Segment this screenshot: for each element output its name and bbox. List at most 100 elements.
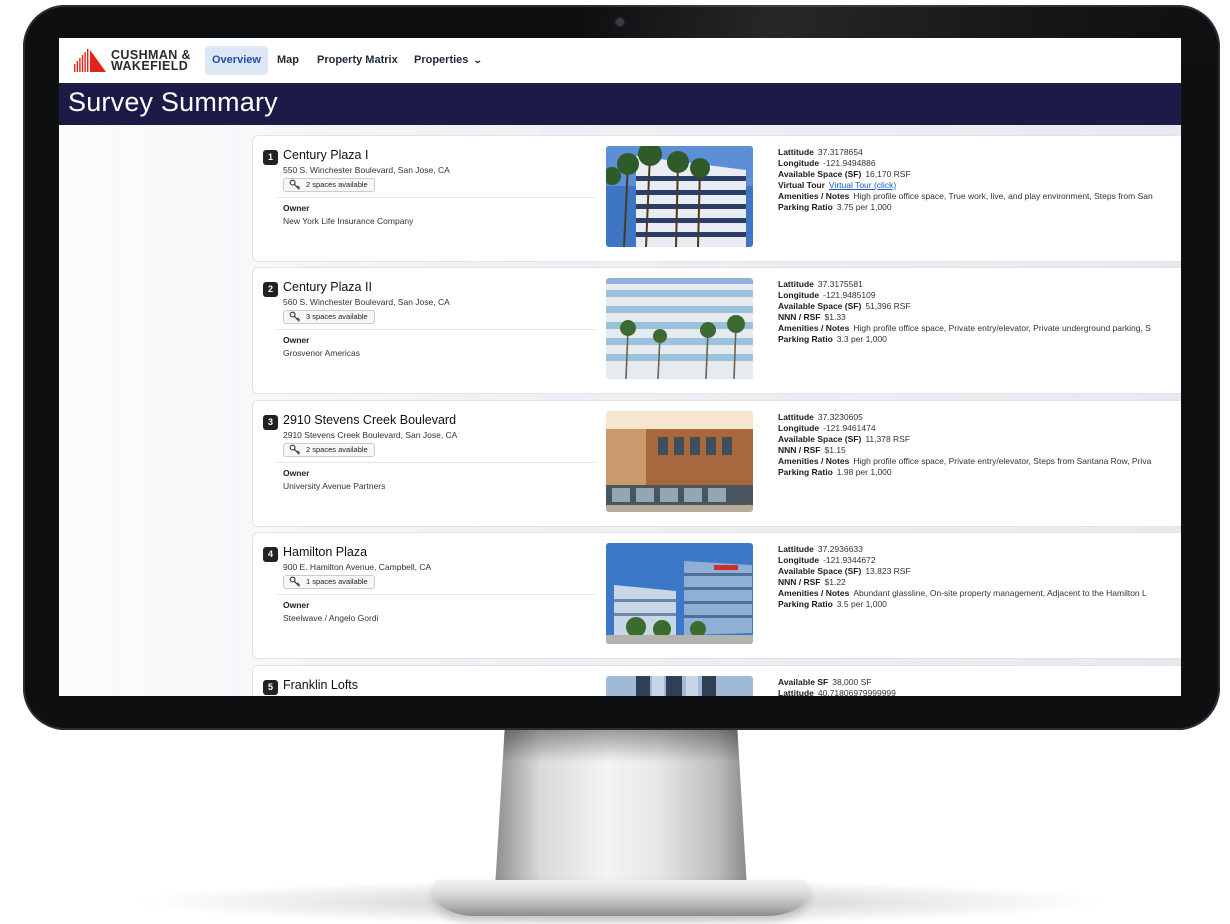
detail-value: 40.71806979999999 xyxy=(817,688,896,696)
detail-value: 3.5 per 1,000 xyxy=(836,599,887,609)
property-name[interactable]: Century Plaza II xyxy=(283,280,372,294)
property-photo[interactable] xyxy=(606,411,753,512)
logo-bar xyxy=(76,61,78,72)
property-photo[interactable] xyxy=(606,543,753,644)
property-name[interactable]: Century Plaza I xyxy=(283,148,368,162)
virtual-tour-link[interactable]: Virtual Tour (click) xyxy=(829,180,896,190)
owner-label: Owner xyxy=(283,600,310,610)
detail-label: Longitude xyxy=(778,555,820,565)
detail-row: NNN / RSF $1.33 xyxy=(778,312,1181,323)
logo-bar xyxy=(74,64,76,72)
property-card[interactable]: 2 Century Plaza II 560 S. Winchester Bou… xyxy=(252,267,1181,394)
detail-label: Lattitude xyxy=(778,412,814,422)
monitor-stand-base xyxy=(435,880,807,916)
detail-label: Available Space (SF) xyxy=(778,434,862,444)
property-name[interactable]: Franklin Lofts xyxy=(283,678,358,692)
detail-row: Longitude -121.9344672 xyxy=(778,555,1181,566)
property-card[interactable]: 4 Hamilton Plaza 900 E. Hamilton Avenue,… xyxy=(252,532,1181,659)
property-photo[interactable] xyxy=(606,278,753,379)
spaces-available-button[interactable]: 3 spaces available xyxy=(283,310,375,324)
property-card[interactable]: 5 Franklin Lofts Available SF 38,000 SF La… xyxy=(252,665,1181,696)
webcam-dot xyxy=(616,18,624,26)
detail-label: Parking Ratio xyxy=(778,467,833,477)
property-details: Lattitude 37.2936633 Longitude -121.9344672… xyxy=(778,544,1181,610)
detail-row: NNN / RSF $1.22 xyxy=(778,577,1181,588)
detail-label: Lattitude xyxy=(778,147,814,157)
card-divider xyxy=(277,594,595,595)
detail-value: 3.75 per 1,000 xyxy=(836,202,892,212)
detail-row: Longitude -121.9461474 xyxy=(778,423,1181,434)
cushman-wakefield-logo-icon xyxy=(74,49,106,72)
property-details: Lattitude 37.3178654 Longitude -121.9494886… xyxy=(778,147,1181,213)
brand-logo[interactable]: CUSHMAN & WAKEFIELD xyxy=(73,49,191,73)
detail-row: Lattitude 37.3230605 xyxy=(778,412,1181,423)
detail-value: 1.98 per 1,000 xyxy=(836,467,892,477)
key-icon xyxy=(289,576,300,587)
detail-label: Parking Ratio xyxy=(778,599,833,609)
property-address: 550 S. Winchester Boulevard, San Jose, C… xyxy=(283,165,450,175)
detail-label: Lattitude xyxy=(778,279,814,289)
property-photo[interactable] xyxy=(606,676,753,696)
detail-label: Longitude xyxy=(778,158,820,168)
tab-property-matrix[interactable]: Property Matrix xyxy=(310,46,405,75)
detail-row: Parking Ratio 3.75 per 1,000 xyxy=(778,202,1181,213)
detail-row: Amenities / Notes Abundant glassline, On-… xyxy=(778,588,1181,599)
detail-value: 38,000 SF xyxy=(832,677,872,687)
detail-label: NNN / RSF xyxy=(778,577,821,587)
detail-row: NNN / RSF $1.15 xyxy=(778,445,1181,456)
property-card[interactable]: 1 Century Plaza I 550 S. Winchester Boul… xyxy=(252,135,1181,262)
property-photo[interactable] xyxy=(606,146,753,247)
spaces-available-button[interactable]: 2 spaces available xyxy=(283,178,375,192)
key-icon xyxy=(289,444,300,455)
chevron-down-icon: ⌄ xyxy=(473,55,484,65)
detail-value: 37.3178654 xyxy=(817,147,863,157)
detail-row: Longitude -121.9494886 xyxy=(778,158,1181,169)
tab-properties-label: Properties xyxy=(414,54,469,66)
detail-label: Available Space (SF) xyxy=(778,566,862,576)
spaces-available-label: 2 spaces available xyxy=(306,445,368,454)
owner-value: University Avenue Partners xyxy=(283,481,386,491)
owner-value: Grosvenor Americas xyxy=(283,348,360,358)
detail-row: Amenities / Notes High profile office spa… xyxy=(778,456,1181,467)
property-details: Lattitude 37.3230605 Longitude -121.9461474… xyxy=(778,412,1181,478)
detail-label: Longitude xyxy=(778,290,820,300)
spaces-available-button[interactable]: 2 spaces available xyxy=(283,443,375,457)
detail-row: Lattitude 40.71806979999999 xyxy=(778,688,1181,696)
property-number-badge: 4 xyxy=(263,547,278,562)
card-divider xyxy=(277,197,595,198)
property-card[interactable]: 3 2910 Stevens Creek Boulevard 2910 Stev… xyxy=(252,400,1181,527)
detail-label: Available SF xyxy=(778,677,829,687)
detail-value: -121.9485109 xyxy=(823,290,876,300)
detail-value: $1.15 xyxy=(824,445,846,455)
detail-row: Available SF 38,000 SF xyxy=(778,677,1181,688)
spaces-available-button[interactable]: 1 spaces available xyxy=(283,575,375,589)
detail-value: -121.9344672 xyxy=(823,555,876,565)
property-name[interactable]: Hamilton Plaza xyxy=(283,545,367,559)
detail-row: Lattitude 37.3175581 xyxy=(778,279,1181,290)
detail-label: Longitude xyxy=(778,423,820,433)
detail-label: Available Space (SF) xyxy=(778,301,862,311)
property-number-badge: 5 xyxy=(263,680,278,695)
tab-overview[interactable]: Overview xyxy=(205,46,268,75)
detail-label: Amenities / Notes xyxy=(778,588,850,598)
tab-properties-dropdown[interactable]: Properties ⌄ xyxy=(407,46,489,75)
logo-bar xyxy=(87,49,89,72)
detail-value: 3.3 per 1,000 xyxy=(836,334,887,344)
detail-row: Available Space (SF) 11,378 RSF xyxy=(778,434,1181,445)
monitor-screen: CUSHMAN & WAKEFIELD Overview Map Propert… xyxy=(59,38,1181,696)
building-photo-1 xyxy=(606,146,753,247)
owner-label: Owner xyxy=(283,203,310,213)
detail-value: 37.3175581 xyxy=(817,279,863,289)
tab-map[interactable]: Map xyxy=(270,46,306,75)
detail-value: $1.33 xyxy=(824,312,846,322)
property-name[interactable]: 2910 Stevens Creek Boulevard xyxy=(283,413,456,427)
owner-value: Steelwave / Angelo Gordi xyxy=(283,613,379,623)
detail-row: Parking Ratio 3.5 per 1,000 xyxy=(778,599,1181,610)
detail-value: 11,378 RSF xyxy=(865,434,911,444)
brand-wordmark: CUSHMAN & WAKEFIELD xyxy=(111,49,191,73)
detail-row: Available Space (SF) 13,823 RSF xyxy=(778,566,1181,577)
detail-row: Lattitude 37.3178654 xyxy=(778,147,1181,158)
spaces-available-label: 2 spaces available xyxy=(306,180,368,189)
card-divider xyxy=(277,329,595,330)
detail-label: Amenities / Notes xyxy=(778,456,850,466)
